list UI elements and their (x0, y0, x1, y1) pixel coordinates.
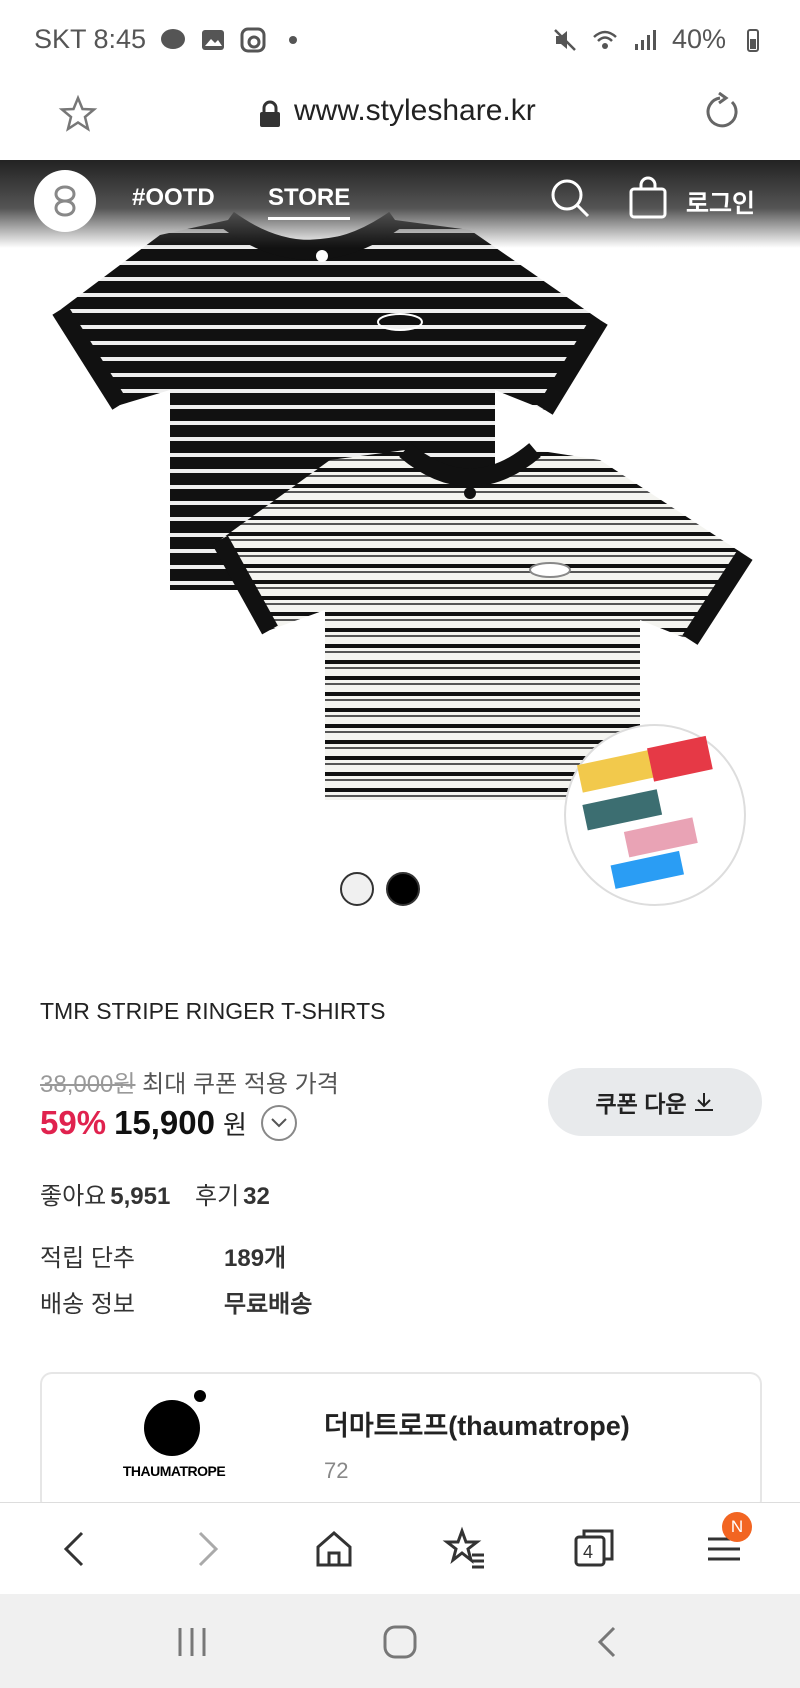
mute-icon (554, 28, 576, 51)
brand-logo-text: THAUMATROPE (122, 1463, 226, 1479)
shopping-bag-icon[interactable] (626, 176, 670, 220)
brand-count: 72 (324, 1458, 349, 1483)
points-value: 189개 (224, 1245, 287, 1272)
menu-notification-badge: N (722, 1512, 752, 1542)
system-navigation-bar (0, 1594, 800, 1688)
search-icon[interactable] (548, 176, 592, 220)
likes-reviews-row: 좋아요 5,951 후기 32 (40, 1176, 288, 1211)
swatch-white[interactable] (340, 872, 374, 906)
reload-icon[interactable] (702, 92, 742, 132)
reviews-count[interactable]: 32 (243, 1183, 270, 1210)
reviews-label[interactable]: 후기 (195, 1183, 239, 1210)
battery-icon (747, 28, 759, 52)
gallery-icon (202, 29, 225, 50)
likes-count: 5,951 (110, 1183, 171, 1210)
original-price: 38,000원 (40, 1071, 136, 1098)
chevron-down-icon (271, 1118, 287, 1128)
battery-percent: 40% (671, 24, 726, 54)
download-icon (694, 1093, 713, 1111)
points-row: 적립 단추 189개 (40, 1238, 286, 1273)
brand-logo: THAUMATROPE (114, 1388, 234, 1498)
more-dot-icon (289, 35, 298, 44)
points-label: 적립 단추 (40, 1245, 135, 1272)
status-bar: SKT 8:45 40% (0, 0, 800, 80)
browser-url-bar: www.styleshare.kr (0, 80, 800, 160)
price-row: 59% 15,900 원 (40, 1104, 297, 1142)
carrier-time: SKT 8:45 (34, 24, 147, 54)
url-text[interactable]: www.styleshare.kr (294, 94, 536, 128)
coupon-download-button[interactable]: 쿠폰 다운 (548, 1068, 762, 1136)
product-image (52, 211, 753, 906)
tab-count: 4 (583, 1542, 594, 1562)
discount-percent: 59% (40, 1104, 107, 1141)
browser-toolbar: 4 (0, 1502, 800, 1594)
tabs-icon (574, 1529, 614, 1567)
product-image-carousel[interactable] (0, 160, 800, 920)
forward-icon[interactable] (182, 1525, 230, 1573)
back-icon[interactable] (52, 1525, 100, 1573)
shipping-row: 배송 정보 무료배송 (40, 1284, 312, 1319)
sale-price: 15,900 (114, 1104, 215, 1141)
coupon-button-label: 쿠폰 다운 (595, 1091, 687, 1117)
bookmarks-icon[interactable] (440, 1525, 488, 1573)
tabs-button[interactable]: 4 (570, 1525, 618, 1573)
logo-mark-icon (54, 185, 76, 217)
coupon-price-label: 최대 쿠폰 적용 가격 (142, 1071, 339, 1098)
brand-name: 더마트로프(thaumatrope) (324, 1411, 630, 1441)
likes-label: 좋아요 (40, 1183, 107, 1210)
signal-icon (634, 29, 656, 50)
currency-label: 원 (223, 1109, 247, 1140)
shipping-label: 배송 정보 (40, 1291, 135, 1318)
home-button-icon[interactable] (380, 1622, 420, 1662)
original-price-row: 38,000원 최대 쿠폰 적용 가격 (40, 1064, 339, 1099)
site-header (0, 160, 800, 248)
bookmark-star-icon[interactable] (58, 94, 98, 134)
system-back-icon[interactable] (588, 1622, 628, 1662)
brand-card[interactable]: THAUMATROPE 더마트로프(thaumatrope) 72 (40, 1372, 762, 1512)
talk-icon (161, 28, 186, 49)
brand-logo-mark-icon (144, 1390, 206, 1456)
band-icon (240, 27, 266, 52)
color-swatches (340, 872, 420, 906)
lock-icon (260, 100, 280, 127)
home-icon[interactable] (310, 1525, 358, 1573)
product-title: TMR STRIPE RINGER T-SHIRTS (40, 998, 386, 1024)
styleshare-logo[interactable] (34, 170, 96, 232)
price-detail-toggle[interactable] (260, 1105, 297, 1141)
recent-apps-icon[interactable] (172, 1622, 212, 1662)
shipping-value: 무료배송 (224, 1291, 313, 1318)
login-link[interactable]: 로그인 (686, 184, 755, 220)
wifi-icon (593, 30, 617, 49)
nav-store[interactable]: STORE (268, 184, 351, 220)
nav-ootd[interactable]: #OOTD (132, 184, 215, 212)
swatch-black[interactable] (386, 872, 420, 906)
